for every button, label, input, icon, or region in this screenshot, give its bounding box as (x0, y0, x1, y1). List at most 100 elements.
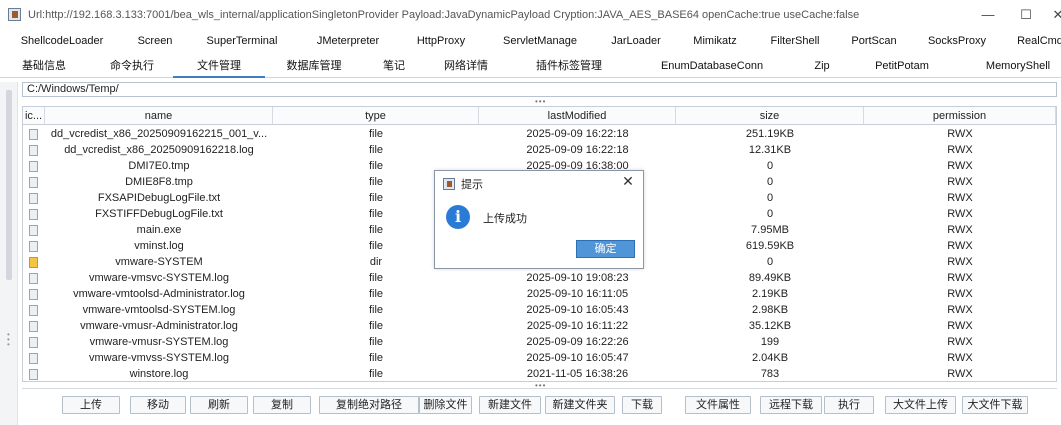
file-icon (29, 161, 38, 172)
cell-type: file (368, 128, 384, 140)
cell-type: file (368, 144, 384, 156)
action-toolbar: 上传 移动 刷新 复制 复制绝对路径 删除文件 新建文件 新建文件夹 下载 文件属性 远程下载 执行大… (22, 388, 1057, 425)
tab-filtershell[interactable]: FilterShell (771, 30, 820, 52)
tab-jmeterpreter[interactable]: JMeterpreter (317, 30, 379, 52)
modified-column-header[interactable]: lastModified (479, 107, 676, 125)
type-column-header[interactable]: type (273, 107, 479, 125)
tab-row2-item[interactable]: 网络详情 (444, 55, 488, 77)
toolbar-button-9[interactable]: 下载 (622, 396, 662, 414)
cell-size: 0 (766, 256, 774, 268)
size-column-header[interactable]: size (676, 107, 864, 125)
cell-size: 7.95MB (751, 224, 789, 236)
tab-row2-item[interactable]: 命令执行 (110, 55, 154, 77)
cell-perm: RWX (947, 208, 973, 220)
toolbar-button-10[interactable]: 文件属性 (685, 396, 751, 414)
tab-row2-item[interactable]: 插件标签管理 (536, 55, 602, 77)
file-icon (29, 193, 38, 204)
cell-perm: RWX (947, 256, 973, 268)
cell-size: 0 (766, 192, 774, 204)
tab-row2-item[interactable]: 数据库管理 (287, 55, 342, 77)
tab-row2-item[interactable]: 文件管理 (173, 55, 265, 78)
cell-size: 783 (760, 368, 780, 380)
cell-type: file (368, 304, 384, 316)
tab-servletmanage[interactable]: ServletManage (503, 30, 577, 52)
ok-button[interactable]: 确定 (576, 240, 635, 258)
icon-column-header[interactable]: ic... (23, 107, 45, 125)
file-icon (29, 129, 38, 140)
toolbar-button-5[interactable]: 复制绝对路径 (319, 396, 419, 414)
toolbar-button-7[interactable]: 新建文件 (479, 396, 541, 414)
permission-column-header[interactable]: permission (864, 107, 1056, 125)
table-row[interactable]: dd_vcredist_x86_20250909162218.log file 20… (23, 142, 1056, 158)
table-row[interactable]: vmware-vmusr-SYSTEM.log file 2025-09-09 16… (23, 334, 1056, 350)
dialog-app-icon (443, 178, 455, 190)
tab-row2-item[interactable]: 笔记 (383, 55, 405, 77)
cell-perm: RWX (947, 224, 973, 236)
cell-size: 2.98KB (751, 304, 789, 316)
toolbar-button-12[interactable]: 执行 (824, 396, 874, 414)
table-row[interactable]: winstore.log file 2021-11-05 16:38:26 783 RW… (23, 366, 1056, 381)
minimize-button[interactable]: — (974, 6, 1002, 24)
cell-modified: 2025-09-10 19:08:23 (526, 272, 629, 284)
name-column-header[interactable]: name (45, 107, 273, 125)
cell-name: DMIE8F8.tmp (125, 176, 193, 188)
cell-name: FXSTIFFDebugLogFile.txt (95, 208, 223, 220)
cell-perm: RWX (947, 144, 973, 156)
dialog-close-icon[interactable]: ✕ (619, 173, 637, 190)
toolbar-button-4[interactable]: 复制 (253, 396, 311, 414)
tab-httpproxy[interactable]: HttpProxy (417, 30, 465, 52)
tab-shellcodeloader[interactable]: ShellcodeLoader (21, 30, 104, 52)
cell-modified: 2025-09-09 16:22:18 (526, 128, 629, 140)
file-icon (29, 353, 38, 364)
tab-row2-item[interactable]: Zip (814, 55, 829, 77)
table-row[interactable]: vmware-vmtoolsd-SYSTEM.log file 2025-09-10… (23, 302, 1056, 318)
table-row[interactable]: vmware-vmusr-Administrator.log file 2025-0… (23, 318, 1056, 334)
toolbar-button-14[interactable]: 大文件下载 (962, 396, 1028, 414)
table-row[interactable]: vmware-vmtoolsd-Administrator.log file 202… (23, 286, 1056, 302)
tab-row2-item[interactable]: PetitPotam (875, 55, 929, 77)
close-button[interactable]: ✕ (1048, 6, 1061, 24)
cell-name: winstore.log (129, 368, 189, 380)
file-icon (29, 289, 38, 300)
toolbar-button-11[interactable]: 远程下载 (760, 396, 822, 414)
file-icon (29, 177, 38, 188)
cell-size: 619.59KB (745, 240, 795, 252)
cell-size: 0 (766, 208, 774, 220)
table-row[interactable]: vmware-vmvss-SYSTEM.log file 2025-09-10 16… (23, 350, 1056, 366)
toolbar-button-2[interactable]: 移动 (130, 396, 186, 414)
maximize-button[interactable]: ☐ (1012, 6, 1040, 24)
info-icon: i (446, 205, 470, 229)
cell-modified: 2025-09-10 16:11:22 (526, 320, 629, 332)
plugin-tab-row: ShellcodeLoader Screen SuperTerminal JMeter… (0, 30, 1061, 52)
tab-row2-item[interactable]: EnumDatabaseConn (661, 55, 763, 77)
tab-row2-item[interactable]: 基础信息 (22, 55, 66, 77)
tab-jarloader[interactable]: JarLoader (611, 30, 661, 52)
toolbar-button-13[interactable]: 大文件上传 (885, 396, 956, 414)
splitter-grip-icon[interactable]: • • • (7, 331, 10, 349)
cell-name: vmware-vmusr-SYSTEM.log (89, 336, 229, 348)
toolbar-button-1[interactable]: 上传 (62, 396, 120, 414)
path-input[interactable]: C:/Windows/Temp/ (22, 82, 1057, 97)
dialog-message: 上传成功 (483, 213, 527, 225)
tab-realcmd[interactable]: RealCmd (1017, 30, 1061, 52)
tab-superterminal[interactable]: SuperTerminal (207, 30, 278, 52)
cell-perm: RWX (947, 160, 973, 172)
tab-mimikatz[interactable]: Mimikatz (693, 30, 736, 52)
toolbar-button-8[interactable]: 新建文件夹 (545, 396, 615, 414)
tab-portscan[interactable]: PortScan (851, 30, 896, 52)
tab-screen[interactable]: Screen (138, 30, 173, 52)
file-icon (29, 321, 38, 332)
main-tab-row: 基础信息 命令执行 文件管理 数据库管理 笔记 网络详情 插件标签管理 EnumDatabas… (0, 55, 1061, 78)
file-icon (29, 369, 38, 380)
toolbar-button-3[interactable]: 刷新 (190, 396, 248, 414)
table-row[interactable]: vmware-vmsvc-SYSTEM.log file 2025-09-10 19… (23, 270, 1056, 286)
tab-socksproxy[interactable]: SocksProxy (928, 30, 986, 52)
cell-type: file (368, 336, 384, 348)
table-row[interactable]: dd_vcredist_x86_20250909162215_001_v... f… (23, 126, 1056, 142)
toolbar-button-6[interactable]: 删除文件 (419, 396, 472, 414)
scroll-thumb[interactable] (6, 90, 12, 280)
cell-modified: 2025-09-10 16:05:47 (526, 352, 629, 364)
splitter-handle[interactable]: ••• (535, 97, 546, 106)
tab-row2-item[interactable]: MemoryShell (986, 55, 1050, 77)
cell-perm: RWX (947, 240, 973, 252)
